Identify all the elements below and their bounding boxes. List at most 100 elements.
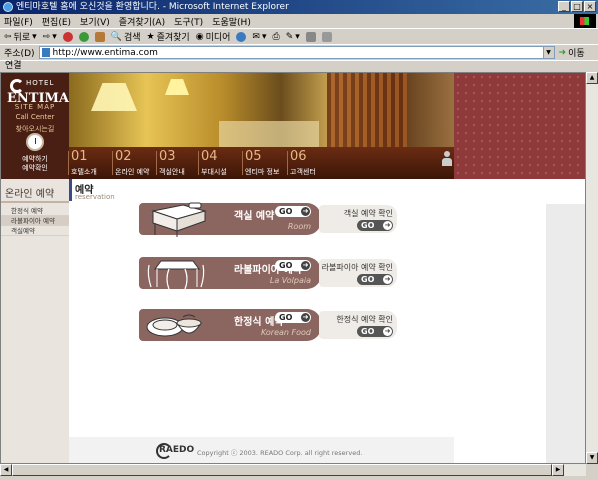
dropdown-icon: ▾ [32,31,37,42]
person-icon[interactable] [441,151,453,167]
arrow-right-icon: ➜ [301,313,310,322]
discuss-button[interactable] [305,31,316,42]
nav-item-rooms[interactable]: 03 객실안내 [156,147,203,179]
sidebar-item-room[interactable]: 객실예약 [1,226,69,236]
search-icon: 🔍 [110,31,122,42]
sidebar-menu: 한정식 예약 라볼파이아 예약 객실예약 [1,206,69,236]
menu-favorites[interactable]: 즐겨찾기(A) [119,15,165,28]
nav-item-support[interactable]: 06 고객센터 [287,147,334,179]
search-button[interactable]: 🔍 검색 [110,30,141,44]
bowl-icon [146,314,202,337]
korean-food-confirm-go-button[interactable]: GO ➜ [357,326,393,337]
maximize-button[interactable]: □ [571,1,583,12]
scroll-down-icon[interactable]: ▼ [586,452,598,464]
nav-number: 04 [201,149,218,164]
reserve-link[interactable]: 예약하기 [1,155,69,164]
nav-item-reservation[interactable]: 02 온라인 예약 [112,147,159,179]
menu-bar: 파일(F) 편집(E) 보기(V) 즐겨찾기(A) 도구(T) 도움말(H) [0,14,598,28]
card-subtitle: La Volpaia [269,276,311,285]
page-subtitle: reservation [75,193,115,201]
bed-shape [219,121,319,147]
nav-item-about[interactable]: 01 호텔소개 [68,147,115,179]
links-label[interactable]: 연결 [5,61,22,71]
refresh-button[interactable] [78,31,89,42]
vertical-scrollbar[interactable]: ▲ ▼ [586,72,598,464]
korean-food-go-button[interactable]: GO ➜ [275,312,311,323]
korean-food-reservation-card: 한정식 예약 GO ➜ Korean Food 한정식 예약 확인 GO ➜ [139,309,397,341]
scroll-right-icon[interactable]: ▶ [552,464,564,476]
menu-view[interactable]: 보기(V) [80,15,110,28]
nav-number: 01 [71,149,88,164]
nav-label: 엔티마 정보 [245,168,280,176]
sidebar-item-la-volpaia[interactable]: 라볼파이아 예약 [1,216,69,226]
go-label: GO [361,275,375,284]
lavolpaia-go-button[interactable]: GO ➜ [275,260,311,271]
mail-icon: ✉ [252,31,260,42]
arrow-right-icon: ➜ [301,207,310,216]
edit-button[interactable]: ✎ ▾ [286,32,300,42]
nav-label: 부대시설 [201,168,227,176]
room-go-button[interactable]: GO ➜ [275,206,311,217]
media-button[interactable]: ◉ 미디어 [196,30,231,44]
nav-label: 객실안내 [159,168,185,176]
callcenter-link[interactable]: Call Center [1,113,69,121]
go-label: GO [279,207,293,216]
arrow-right-icon: ➜ [301,261,310,270]
sidebar-divider [1,201,69,203]
browser-viewport: HOTEL ENTIMA SITE MAP Call Center 찾아오시는길… [0,72,586,464]
favorites-icon: ★ [146,31,155,42]
scroll-thumb[interactable] [12,464,552,476]
card-title: 객실 예약 [234,211,275,222]
address-input[interactable]: http://www.entima.com ▼ [38,46,555,59]
menu-help[interactable]: 도움말(H) [212,15,251,28]
nav-item-info[interactable]: 05 엔티마 정보 [242,147,289,179]
go-button[interactable]: ➜ 이동 [559,46,585,60]
scroll-left-icon[interactable]: ◀ [0,464,12,476]
print-icon: ⎙ [272,31,280,42]
lavolpaia-confirm-go-button[interactable]: GO ➜ [357,274,393,285]
nav-item-facilities[interactable]: 04 부대시설 [198,147,245,179]
nav-label: 고객센터 [290,168,316,176]
menu-file[interactable]: 파일(F) [4,15,33,28]
room-confirm-go-button[interactable]: GO ➜ [357,220,393,231]
address-url: http://www.entima.com [52,47,158,58]
menu-edit[interactable]: 편집(E) [42,15,71,28]
scroll-up-icon[interactable]: ▲ [586,72,598,84]
menu-tools[interactable]: 도구(T) [174,15,203,28]
links-bar: 연결 [0,60,598,72]
card-subtitle: Room [287,222,311,231]
sitemap-link[interactable]: SITE MAP [1,103,69,111]
forward-button[interactable]: ⇨ ▾ [43,32,57,42]
mail-button[interactable]: ✉ ▾ [252,32,266,42]
arrow-right-icon: ➜ [383,327,392,336]
go-label: GO [279,261,293,270]
home-button[interactable] [94,31,105,42]
dropdown-icon: ▾ [52,31,57,42]
sidebar-item-korean-food[interactable]: 한정식 예약 [1,206,69,216]
address-dropdown[interactable]: ▼ [542,47,554,58]
forward-arrow-icon: ⇨ [42,31,51,42]
stop-button[interactable] [62,31,73,42]
history-button[interactable] [236,31,247,42]
print-button[interactable]: ⎙ [272,32,279,42]
go-label: 이동 [568,49,585,59]
address-label: 주소(D) [4,49,35,59]
hotel-logo-block: HOTEL ENTIMA SITE MAP Call Center 찾아오시는길… [1,73,69,179]
reserve-confirm-link[interactable]: 예약확인 [1,164,69,173]
favorites-label: 즐겨찾기 [156,33,190,43]
nav-label: 호텔소개 [71,168,97,176]
ie-icon [3,2,13,12]
back-button[interactable]: ⇦ 뒤로 ▾ [4,30,37,44]
dining-table-icon [147,260,205,290]
favorites-button[interactable]: ★ 즐겨찾기 [146,30,190,44]
minimize-button[interactable]: _ [558,1,570,12]
close-button[interactable]: × [584,1,596,12]
messenger-button[interactable] [321,31,332,42]
room-reservation-card: 객실 예약 GO ➜ Room 객실 예약 확인 GO ➜ [139,202,397,237]
horizontal-scrollbar[interactable]: ◀ ▶ [0,464,586,476]
arrow-right-icon: ➜ [383,221,392,230]
media-label: 미디어 [205,33,231,43]
copyright-text: Copyright ⓒ 2003. READO Corp. all right … [197,449,363,457]
refresh-icon [78,31,89,42]
go-label: GO [361,221,375,230]
